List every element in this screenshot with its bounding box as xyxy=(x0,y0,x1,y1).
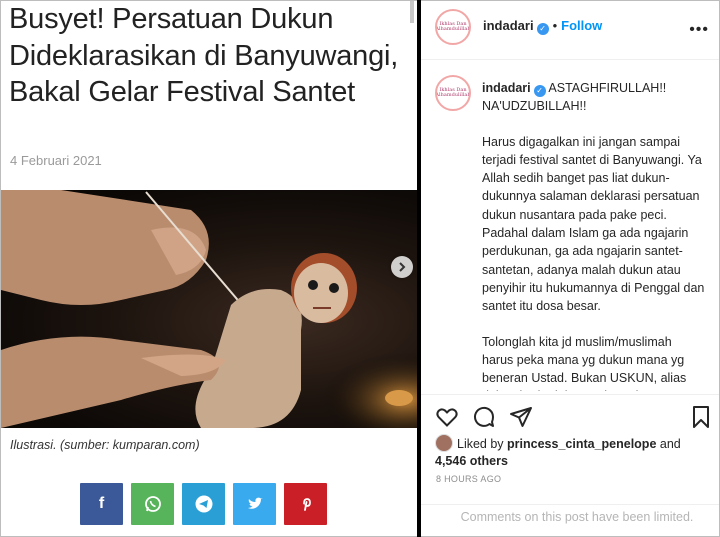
voodoo-doll-illustration xyxy=(1,190,417,428)
pinterest-share-button[interactable] xyxy=(284,483,327,525)
twitter-icon xyxy=(247,497,263,509)
likes-count[interactable]: 4,546 others xyxy=(435,454,508,468)
comment-body: indadari ✓ ASTAGHFIRULLAH!! NA'UDZUBILLAH… xyxy=(482,79,706,391)
liked-by-username[interactable]: princess_cinta_penelope xyxy=(507,437,656,451)
comment-avatar-logo-text: Ikhlas Dan Alhamdulillah xyxy=(435,86,471,98)
more-options-icon[interactable]: ••• xyxy=(689,21,709,39)
verified-badge-icon: ✓ xyxy=(536,23,549,35)
comment-paragraph-1: Harus digagalkan ini jangan sampai terja… xyxy=(482,134,705,314)
facebook-share-button[interactable]: f xyxy=(80,483,123,525)
share-icon[interactable] xyxy=(509,405,533,429)
post-actions: Liked by princess_cinta_penelope and 4,54… xyxy=(421,394,719,504)
comment-verified-badge-icon: ✓ xyxy=(533,85,546,97)
twitter-share-button[interactable] xyxy=(233,483,276,525)
liked-by-avatar[interactable] xyxy=(435,434,453,452)
next-image-button[interactable] xyxy=(391,256,413,278)
comment-avatar[interactable]: Ikhlas Dan Alhamdulillah xyxy=(435,75,471,111)
telegram-icon xyxy=(195,495,212,513)
liked-by-and: and xyxy=(656,437,681,451)
header-name-row: indadari ✓ • Follow xyxy=(483,18,602,35)
bookmark-icon[interactable] xyxy=(689,405,713,429)
avatar-logo-text: Ikhlas Dan Alhamdulillah xyxy=(435,20,471,32)
header-username[interactable]: indadari xyxy=(483,18,534,33)
heart-icon[interactable] xyxy=(435,405,459,429)
whatsapp-share-button[interactable] xyxy=(131,483,174,525)
article-title: Busyet! Persatuan Dukun Dideklarasikan d… xyxy=(9,3,399,108)
comment-paragraph-2: Tolonglah kita jd muslim/muslimah harus … xyxy=(482,334,687,391)
comments-limited-notice: Comments on this post have been limited. xyxy=(421,504,719,536)
post-image[interactable]: Busyet! Persatuan Dukun Dideklarasikan d… xyxy=(1,1,417,536)
whatsapp-icon xyxy=(144,496,161,512)
avatar[interactable]: Ikhlas Dan Alhamdulillah xyxy=(435,9,471,45)
liked-by: Liked by princess_cinta_penelope and 4,54… xyxy=(435,434,705,470)
chevron-right-icon xyxy=(399,262,406,272)
post-details-panel: Ikhlas Dan Alhamdulillah indadari ✓ • Follo… xyxy=(421,1,719,536)
share-buttons: f xyxy=(80,483,327,525)
post-header: Ikhlas Dan Alhamdulillah indadari ✓ • Follo… xyxy=(421,1,719,60)
facebook-icon: f xyxy=(98,495,105,512)
liked-by-prefix: Liked by xyxy=(457,437,508,451)
comment-icon[interactable] xyxy=(472,405,496,429)
post-timestamp[interactable]: 8 HOURS AGO xyxy=(436,474,501,484)
photo-caption: Ilustrasi. (sumber: kumparan.com) xyxy=(10,438,200,452)
comment-username[interactable]: indadari xyxy=(482,81,531,95)
pinterest-icon xyxy=(302,498,311,511)
caption-comment: Ikhlas Dan Alhamdulillah indadari ✓ ASTAG… xyxy=(421,61,719,391)
follow-button[interactable]: Follow xyxy=(561,18,602,33)
article-date: 4 Februari 2021 xyxy=(10,153,102,168)
telegram-share-button[interactable] xyxy=(182,483,225,525)
article-photo xyxy=(1,190,417,428)
scrollbar-thumb xyxy=(410,1,414,23)
separator-dot: • xyxy=(552,18,558,33)
